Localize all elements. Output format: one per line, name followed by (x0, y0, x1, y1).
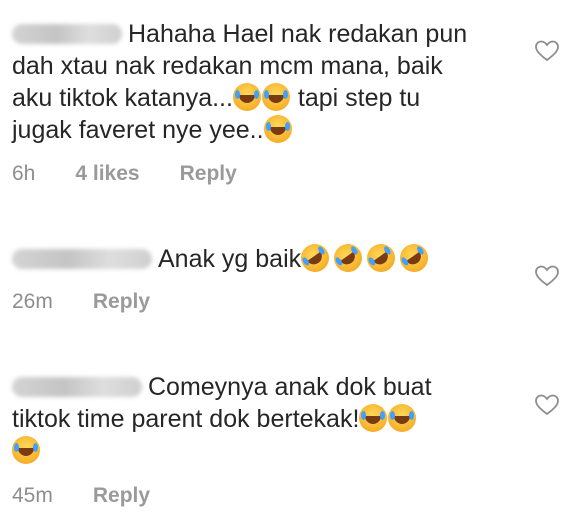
rolling-on-floor-laughing-icon (328, 238, 368, 278)
comment-3-meta: 45m Reply (12, 484, 190, 508)
rolling-on-floor-laughing-icon (295, 238, 335, 278)
comment-1-line-4: jugak faveret nye yee.. (12, 114, 522, 146)
rolling-on-floor-laughing-icon (394, 238, 434, 278)
comment-2-reply-button[interactable]: Reply (93, 290, 150, 314)
comment-1-line-3: aku tiktok katanya... tapi step tu (12, 83, 421, 112)
face-with-tears-of-joy-icon (359, 404, 388, 432)
face-with-tears-of-joy-icon (12, 436, 40, 464)
comment-1: Hahaha Hael nak redakan pun dah xtau nak… (12, 18, 522, 146)
comment-1-username-blurred[interactable] (12, 24, 122, 44)
comment-1-meta: 6h 4 likes Reply (12, 162, 277, 186)
comment-1-reply-button[interactable]: Reply (180, 162, 237, 186)
comment-3-line-2: tiktok time parent dok bertekak! (12, 403, 522, 435)
face-with-tears-of-joy-icon (261, 83, 290, 111)
rolling-on-floor-laughing-icon (361, 238, 401, 278)
heart-outline-icon[interactable] (535, 265, 559, 287)
face-with-tears-of-joy-icon (232, 83, 261, 111)
comment-3-username-blurred[interactable] (12, 377, 142, 397)
comment-2-username-blurred[interactable] (12, 249, 152, 269)
comment-1-line-1: Hahaha Hael nak redakan pun (12, 18, 522, 50)
face-with-tears-of-joy-icon (388, 404, 417, 432)
comment-1-line-2: dah xtau nak redakan mcm mana, baik (12, 52, 443, 80)
comment-2-text: Anak yg baik (158, 245, 302, 273)
comment-3-time: 45m (12, 484, 53, 507)
comment-2-time: 26m (12, 290, 53, 313)
face-with-tears-of-joy-icon (263, 115, 292, 143)
comment-1-likes[interactable]: 4 likes (75, 162, 139, 186)
comment-3-line-1: Comeynya anak dok buat (12, 371, 522, 403)
heart-outline-icon[interactable] (535, 394, 559, 416)
comment-1-time: 6h (12, 162, 36, 185)
comment-3-line-3 (12, 435, 522, 467)
comment-2: Anak yg baik (12, 238, 522, 278)
comment-3-reply-button[interactable]: Reply (93, 484, 150, 508)
comment-2-meta: 26m Reply (12, 290, 190, 314)
heart-outline-icon[interactable] (535, 40, 559, 62)
comment-3: Comeynya anak dok buat tiktok time paren… (12, 371, 522, 467)
